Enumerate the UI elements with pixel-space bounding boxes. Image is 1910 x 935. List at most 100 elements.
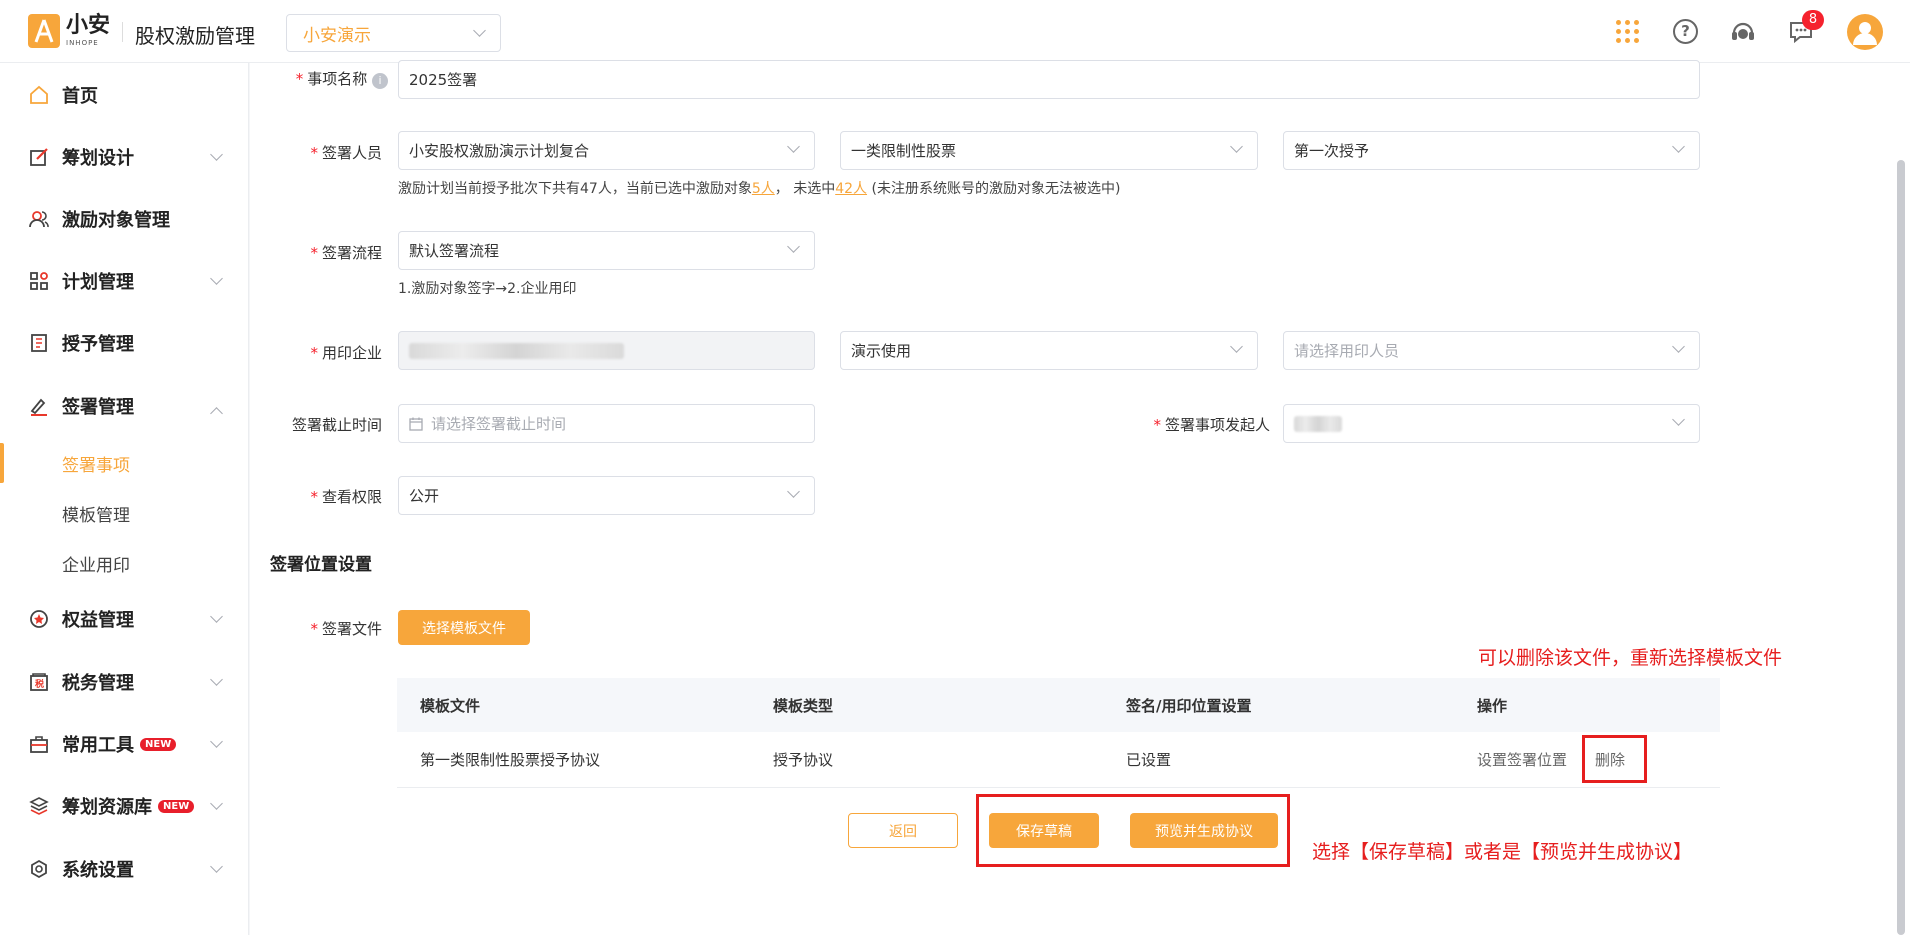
chevron-down-icon [210, 797, 223, 810]
signer-label: * 签署人员 [310, 144, 382, 162]
flow-select[interactable]: 默认签署流程 [398, 231, 815, 270]
divider [122, 22, 123, 42]
deadline-datepicker[interactable]: 请选择签署截止时间 [398, 404, 815, 443]
chevron-down-icon [210, 860, 223, 873]
chevron-down-icon [787, 240, 800, 253]
settings-icon [28, 858, 50, 880]
table-row: 第一类限制性股票授予协议 授予协议 已设置 设置签署位置 删除 [397, 732, 1720, 788]
initiator-select[interactable] [1283, 404, 1700, 443]
chevron-down-icon [1672, 340, 1685, 353]
section-title: 签署位置设置 [270, 555, 372, 575]
chevron-down-icon [787, 485, 800, 498]
logo-subtext: INHOPE [66, 39, 99, 47]
logo-mark-icon [28, 14, 60, 48]
apps-icon [28, 270, 50, 292]
seal-company-input [398, 331, 815, 370]
signer-batch-select[interactable]: 第一次授予 [1283, 131, 1700, 170]
template-type-cell: 授予协议 [773, 751, 834, 769]
deadline-label: 签署截止时间 [291, 416, 382, 434]
selected-count-link[interactable]: 5人 [752, 181, 775, 197]
edit-icon [28, 146, 50, 168]
seal-person-select[interactable]: 请选择用印人员 [1283, 331, 1700, 370]
unselected-count-link[interactable]: 42人 [835, 181, 867, 197]
new-badge: NEW [140, 737, 177, 751]
column-header: 模板类型 [773, 696, 834, 715]
logo[interactable]: 小安 INHOPE [28, 14, 110, 48]
sign-file-label: * 签署文件 [310, 620, 382, 638]
position-status-cell: 已设置 [1126, 751, 1172, 769]
annotation-action-note: 选择【保存草稿】或者是【预览并生成协议】 [1312, 841, 1693, 863]
sidebar-item-label: 税务管理 [62, 673, 134, 694]
chevron-down-icon [1672, 140, 1685, 153]
chevron-down-icon [1230, 340, 1243, 353]
sign-icon [28, 395, 50, 417]
table-header: 模板文件 模板类型 签名/用印位置设置 操作 [397, 678, 1720, 732]
new-badge: NEW [158, 799, 195, 813]
sidebar-item-plans[interactable]: 计划管理 [0, 259, 249, 303]
column-header: 操作 [1477, 696, 1508, 715]
logo-text: 小安 [66, 13, 111, 38]
book-icon [28, 332, 50, 354]
flow-hint: 1.激励对象签字→2.企业用印 [398, 281, 577, 297]
calendar-icon [409, 417, 423, 431]
redacted-initiator-name [1294, 415, 1342, 432]
back-button[interactable]: 返回 [848, 813, 958, 848]
sidebar-item-label: 权益管理 [62, 610, 134, 631]
toolbox-icon [28, 733, 50, 755]
chevron-down-icon [1672, 413, 1685, 426]
chevron-down-icon [210, 610, 223, 623]
template-file-cell: 第一类限制性股票授予协议 [420, 751, 601, 769]
sidebar-item-label: 激励对象管理 [62, 210, 170, 231]
avatar[interactable] [1847, 14, 1883, 50]
sidebar-item-label: 授予管理 [62, 334, 134, 355]
customer-service-icon[interactable] [1729, 18, 1757, 50]
help-icon[interactable]: ? [1673, 19, 1698, 44]
redacted-company-name [409, 342, 624, 359]
chevron-down-icon [210, 148, 223, 161]
seal-company-label: * 用印企业 [310, 344, 382, 362]
sidebar-item-tools[interactable]: 常用工具 NEW [0, 722, 249, 766]
svg-text:税: 税 [35, 678, 44, 690]
info-icon[interactable]: i [372, 73, 388, 89]
apps-grid-icon[interactable] [1616, 20, 1639, 43]
sidebar-item-home[interactable]: 首页 [0, 73, 249, 117]
sidebar-subitem-templates[interactable]: 模板管理 [0, 493, 249, 533]
sidebar-item-equity[interactable]: 权益管理 [0, 597, 249, 641]
choose-template-button[interactable]: 选择模板文件 [398, 610, 530, 645]
sidebar-subitem-company-seal[interactable]: 企业用印 [0, 543, 249, 583]
company-select-value: 小安演示 [303, 25, 371, 46]
sidebar-item-label: 筹划资源库 [62, 797, 152, 818]
sidebar-item-label: 签署管理 [62, 397, 134, 418]
sidebar-item-signing[interactable]: 签署管理 [0, 384, 249, 428]
event-name-input[interactable]: 2025签署 [398, 60, 1700, 99]
app-title: 股权激励管理 [135, 24, 255, 48]
sidebar-subitem-signing-items[interactable]: 签署事项 [0, 443, 249, 483]
sidebar-item-resources[interactable]: 筹划资源库 NEW [0, 784, 249, 828]
signer-type-select[interactable]: 一类限制性股票 [840, 131, 1258, 170]
chevron-down-icon [210, 735, 223, 748]
flow-label: * 签署流程 [310, 244, 382, 262]
sidebar-item-settings[interactable]: 系统设置 [0, 847, 249, 891]
view-permission-select[interactable]: 公开 [398, 476, 815, 515]
sidebar-item-label: 常用工具 [62, 735, 134, 756]
home-icon [28, 84, 50, 106]
set-position-link[interactable]: 设置签署位置 [1477, 732, 1567, 787]
signer-hint: 激励计划当前授予批次下共有47人，当前已选中激励对象5人， 未选中42人 (未注… [398, 181, 1121, 197]
notification-badge: 8 [1802, 10, 1824, 30]
company-select[interactable]: 小安演示 [286, 14, 501, 52]
sidebar-item-tax[interactable]: 税 税务管理 [0, 660, 249, 704]
sidebar-item-grants[interactable]: 授予管理 [0, 321, 249, 365]
sidebar-item-planning[interactable]: 筹划设计 [0, 135, 249, 179]
annotation-box-delete [1582, 735, 1647, 783]
top-bar: 小安 INHOPE 股权激励管理 小安演示 ? 8 [0, 0, 1910, 63]
layers-icon [28, 795, 50, 817]
column-header: 模板文件 [420, 696, 481, 715]
sidebar-item-participants[interactable]: 激励对象管理 [0, 197, 249, 241]
signer-plan-select[interactable]: 小安股权激励演示计划复合 [398, 131, 815, 170]
chevron-down-icon [210, 673, 223, 686]
initiator-label: * 签署事项发起人 [1153, 416, 1270, 434]
tax-icon: 税 [28, 671, 50, 693]
scrollbar[interactable] [1897, 160, 1905, 935]
sidebar-item-label: 首页 [62, 86, 98, 107]
seal-usage-select[interactable]: 演示使用 [840, 331, 1258, 370]
